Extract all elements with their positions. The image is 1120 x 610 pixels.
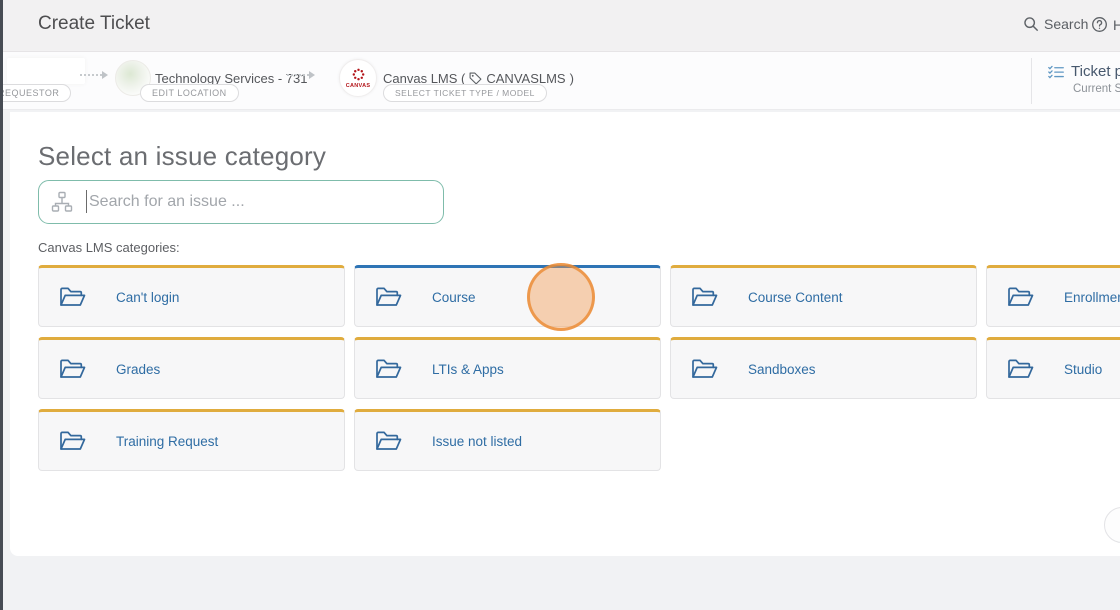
search-icon — [1023, 16, 1039, 32]
ticket-stepper-bar: REQUESTOR Technology Services - 731 EDIT… — [0, 52, 1120, 110]
categories-label: Canvas LMS categories: — [38, 240, 180, 255]
category-card[interactable]: Training Request — [38, 409, 345, 471]
category-label: Can't login — [116, 290, 179, 305]
page-title: Create Ticket — [38, 13, 150, 35]
folder-icon — [59, 358, 86, 380]
sitemap-icon — [51, 191, 73, 213]
help-icon — [1091, 16, 1108, 33]
folder-icon — [691, 286, 718, 308]
folder-icon — [691, 358, 718, 380]
category-card[interactable]: Course Content — [670, 265, 977, 327]
issue-search-input[interactable] — [38, 180, 444, 224]
category-label: Enrollments — [1064, 290, 1120, 305]
issue-category-panel: Select an issue category Canvas LMS cate… — [10, 112, 1120, 556]
window-edge — [0, 0, 3, 610]
category-label: Sandboxes — [748, 362, 816, 377]
requestor-name-redacted — [7, 58, 85, 84]
text-caret — [86, 190, 87, 213]
section-heading: Select an issue category — [38, 141, 326, 172]
header-search-button[interactable]: Search — [1023, 16, 1088, 32]
category-grid: Can't login Course Course Content Enroll… — [38, 265, 1120, 471]
category-label: LTIs & Apps — [432, 362, 504, 377]
requestor-step-badge: REQUESTOR — [0, 84, 71, 102]
category-card[interactable]: Course — [354, 265, 661, 327]
canvas-logo-text: CANVAS — [346, 83, 371, 89]
progress-panel-title: Ticket pr — [1071, 63, 1120, 80]
folder-icon — [375, 286, 402, 308]
category-card[interactable]: Enrollments — [986, 265, 1120, 327]
category-card[interactable]: LTIs & Apps — [354, 337, 661, 399]
folder-icon — [375, 430, 402, 452]
issue-search-box — [38, 180, 444, 224]
step-arrow-icon — [80, 71, 108, 79]
step-arrow-icon — [287, 71, 315, 79]
category-card[interactable]: Sandboxes — [670, 337, 977, 399]
header-help-label: Help — [1113, 17, 1120, 33]
category-card[interactable]: Issue not listed — [354, 409, 661, 471]
top-header: Create Ticket Search Help — [0, 0, 1120, 52]
category-label: Course — [432, 290, 476, 305]
canvas-lms-logo: CANVAS — [339, 59, 377, 97]
category-card[interactable]: Grades — [38, 337, 345, 399]
canvas-logo-ring-icon — [351, 67, 366, 82]
header-help-button[interactable]: Help — [1091, 16, 1120, 33]
category-label: Issue not listed — [432, 434, 522, 449]
folder-icon — [1007, 358, 1034, 380]
folder-icon — [1007, 286, 1034, 308]
category-label: Training Request — [116, 434, 218, 449]
ticket-progress-panel[interactable]: Ticket pr Current Ste — [1048, 63, 1120, 95]
folder-icon — [375, 358, 402, 380]
category-card[interactable]: Studio — [986, 337, 1120, 399]
folder-icon — [59, 286, 86, 308]
header-search-label: Search — [1044, 16, 1088, 32]
stepper-divider — [1031, 58, 1032, 104]
category-label: Studio — [1064, 362, 1102, 377]
category-label: Grades — [116, 362, 160, 377]
category-label: Course Content — [748, 290, 843, 305]
select-ticket-type-button[interactable]: SELECT TICKET TYPE / MODEL — [383, 84, 547, 102]
checklist-icon — [1048, 64, 1064, 80]
category-card[interactable]: Can't login — [38, 265, 345, 327]
progress-panel-subtitle: Current Ste — [1073, 83, 1120, 95]
edit-location-button[interactable]: EDIT LOCATION — [140, 84, 239, 102]
folder-icon — [59, 430, 86, 452]
